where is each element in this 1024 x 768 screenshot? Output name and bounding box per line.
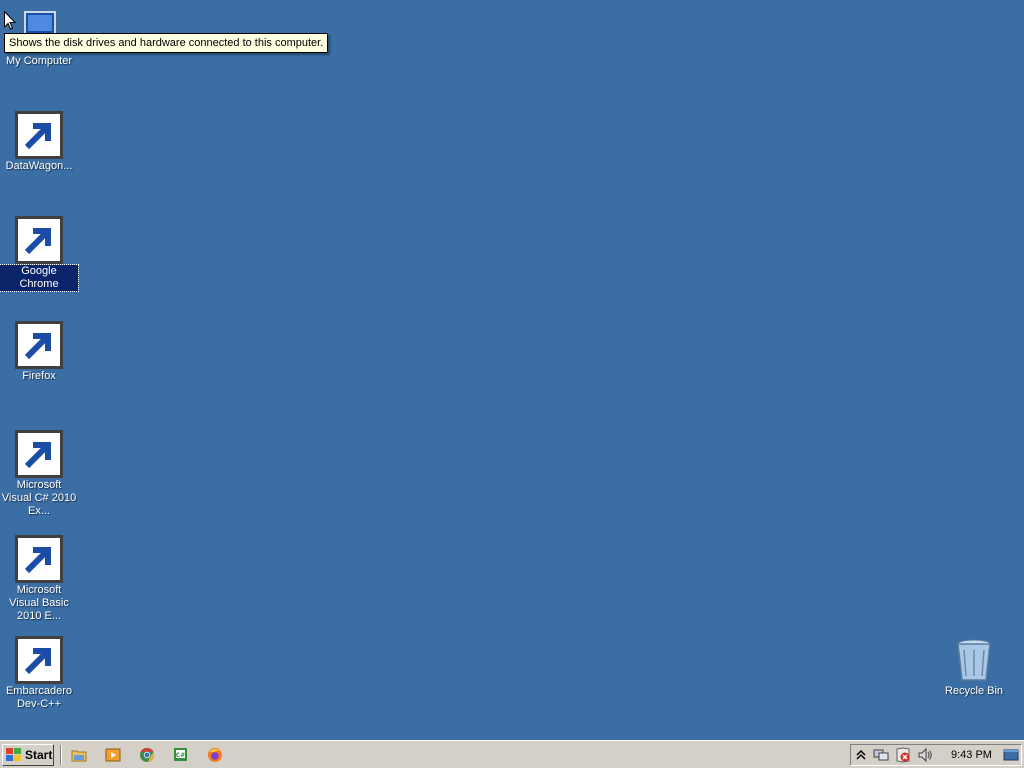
quick-launch-separator xyxy=(60,745,62,765)
shortcut-arrow-icon xyxy=(15,111,63,159)
desktop-icon-label: My Computer xyxy=(5,55,73,67)
shortcut-arrow-icon xyxy=(15,430,63,478)
desktop-icon-visual-basic[interactable]: VB Microsoft Visual Basic 2010 E... xyxy=(0,535,78,623)
desktop-icon-label: Firefox xyxy=(22,370,56,382)
desktop-icon-label: DataWagon... xyxy=(5,160,73,172)
system-tray: 9:43 PM xyxy=(850,744,1022,766)
visual-csharp-icon[interactable]: C# xyxy=(173,747,189,763)
chrome-icon[interactable] xyxy=(139,747,155,763)
svg-text:C#: C# xyxy=(176,752,185,759)
file-explorer-icon[interactable] xyxy=(71,747,87,763)
action-center-icon[interactable] xyxy=(895,747,911,763)
desktop-icon-label: Embarcadero Dev-C++ xyxy=(5,685,73,710)
desktop-icon-google-chrome[interactable]: Google Chrome xyxy=(0,216,79,292)
desktop-icon-visual-csharp[interactable]: C# Microsoft Visual C# 2010 Ex... xyxy=(0,430,78,518)
windows-flag-icon xyxy=(6,748,21,761)
desktop-icon-datawagon[interactable]: DataWagon... xyxy=(0,111,78,173)
recycle-bin-icon xyxy=(950,636,998,684)
show-hidden-icons-icon[interactable] xyxy=(853,747,869,763)
desktop[interactable]: My Computer DataWagon... Google Chrome F… xyxy=(0,0,1024,740)
desktop-icon-label: Microsoft Visual Basic 2010 E... xyxy=(9,584,69,622)
desktop-icon-label: Recycle Bin xyxy=(944,685,1004,697)
shortcut-arrow-icon xyxy=(15,535,63,583)
datawagon-icon xyxy=(15,111,63,159)
firefox-icon[interactable] xyxy=(207,747,223,763)
chrome-icon xyxy=(15,216,63,264)
clock[interactable]: 9:43 PM xyxy=(951,749,992,761)
shortcut-arrow-icon xyxy=(15,636,63,684)
taskbar: Start C# 9:43 PM xyxy=(0,740,1024,768)
shortcut-arrow-icon xyxy=(15,216,63,264)
desktop-icon-recycle-bin[interactable]: Recycle Bin xyxy=(935,636,1013,698)
tooltip: Shows the disk drives and hardware conne… xyxy=(4,33,329,53)
shortcut-arrow-icon xyxy=(15,321,63,369)
start-label: Start xyxy=(25,748,53,762)
desktop-icon-label: Google Chrome xyxy=(0,264,79,292)
devcpp-icon: DEV C++ xyxy=(15,636,63,684)
visual-basic-icon: VB xyxy=(15,535,63,583)
media-player-icon[interactable] xyxy=(105,747,121,763)
network-icon[interactable] xyxy=(873,747,889,763)
mouse-cursor-icon xyxy=(4,11,16,30)
start-button[interactable]: Start xyxy=(2,744,54,766)
desktop-icon-dev-cpp[interactable]: DEV C++ Embarcadero Dev-C++ xyxy=(0,636,78,711)
desktop-icon-label: Microsoft Visual C# 2010 Ex... xyxy=(1,479,77,517)
volume-icon[interactable] xyxy=(917,747,933,763)
firefox-icon xyxy=(15,321,63,369)
visual-csharp-icon: C# xyxy=(15,430,63,478)
desktop-icon-firefox[interactable]: Firefox xyxy=(0,321,78,383)
show-desktop-icon[interactable] xyxy=(1003,747,1019,763)
